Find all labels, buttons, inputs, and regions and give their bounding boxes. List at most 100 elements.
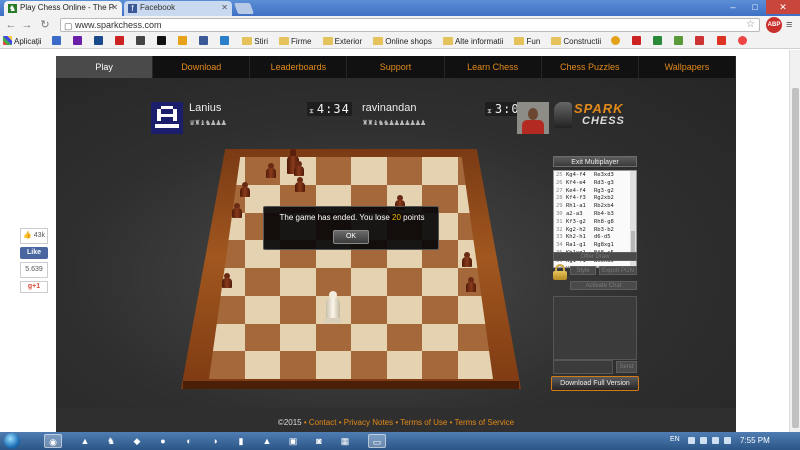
- bookmark-folder-alte-informatii[interactable]: Alte informatii: [439, 34, 503, 48]
- board-square[interactable]: [244, 268, 280, 296]
- app-taskbar-icon[interactable]: ▲: [76, 434, 94, 448]
- footer-link-terms-of-service[interactable]: Terms of Service: [455, 418, 515, 427]
- black-pawn[interactable]: [265, 163, 277, 179]
- bookmark-folder-online-shops[interactable]: Online shops: [369, 34, 432, 48]
- download-full-version-button[interactable]: Download Full Version: [551, 376, 639, 391]
- exit-multiplayer-button[interactable]: Exit Multiplayer: [553, 156, 637, 167]
- app-taskbar-icon[interactable]: ▭: [368, 434, 386, 448]
- maximize-icon[interactable]: □: [744, 0, 766, 14]
- app-taskbar-icon[interactable]: ▣: [284, 434, 302, 448]
- new-tab-button[interactable]: [233, 3, 255, 14]
- forward-icon[interactable]: →: [20, 18, 34, 32]
- tab-sparkchess[interactable]: ♞ Play Chess Online - The P ✕: [4, 1, 122, 16]
- board-square[interactable]: [422, 268, 458, 296]
- close-tab-icon[interactable]: ✕: [111, 3, 118, 12]
- adblock-icon[interactable]: ABP: [766, 17, 782, 33]
- chess-board[interactable]: [209, 157, 493, 379]
- board-square[interactable]: [315, 351, 351, 379]
- board-square[interactable]: [351, 295, 387, 324]
- board-square[interactable]: [351, 351, 387, 379]
- footer-link-privacy[interactable]: Privacy Notes: [344, 418, 393, 427]
- board-square[interactable]: [351, 323, 387, 352]
- nav-play[interactable]: Play: [56, 56, 154, 78]
- black-pawn[interactable]: [231, 203, 243, 219]
- board-square[interactable]: [386, 295, 422, 324]
- scrollbar-thumb[interactable]: [792, 88, 799, 428]
- google-plus-button[interactable]: g+1: [20, 281, 48, 293]
- bookmark-icon-item[interactable]: [692, 34, 706, 48]
- style-button[interactable]: Style: [570, 266, 596, 275]
- language-indicator[interactable]: EN: [670, 436, 680, 443]
- page-scrollbar[interactable]: [789, 50, 800, 432]
- board-square[interactable]: [280, 268, 316, 296]
- board-square[interactable]: [280, 295, 316, 324]
- bookmark-icon-item[interactable]: [49, 34, 63, 48]
- app-taskbar-icon[interactable]: ◑: [206, 434, 224, 448]
- menu-icon[interactable]: ≡: [786, 19, 792, 31]
- board-square[interactable]: [315, 157, 351, 185]
- board-square[interactable]: [244, 295, 280, 324]
- app-taskbar-icon[interactable]: ▮: [232, 434, 250, 448]
- board-square[interactable]: [422, 351, 458, 379]
- board-square[interactable]: [422, 157, 458, 185]
- bookmark-icon-item[interactable]: [70, 34, 84, 48]
- footer-link-contact[interactable]: Contact: [309, 418, 337, 427]
- bookmark-folder-firme[interactable]: Firme: [275, 34, 312, 48]
- minimize-icon[interactable]: –: [722, 0, 744, 14]
- bookmark-icon-item[interactable]: [112, 34, 126, 48]
- bookmark-folder-constructii[interactable]: Constructii: [547, 34, 601, 48]
- board-square[interactable]: [244, 323, 280, 352]
- black-pawn[interactable]: [239, 182, 251, 198]
- bookmark-apps[interactable]: Aplicații: [0, 34, 42, 48]
- tab-facebook[interactable]: f Facebook ✕: [124, 1, 232, 16]
- bookmark-folder-exterior[interactable]: Exterior: [319, 34, 362, 48]
- bookmark-star-icon[interactable]: ☆: [746, 19, 755, 31]
- tray-icon[interactable]: [688, 437, 695, 444]
- nav-support[interactable]: Support: [347, 56, 445, 78]
- board-square[interactable]: [386, 268, 422, 296]
- nav-download[interactable]: Download: [153, 56, 251, 78]
- network-icon[interactable]: [712, 437, 719, 444]
- bookmark-folder-stiri[interactable]: Stiri: [238, 34, 268, 48]
- black-pawn[interactable]: [221, 273, 233, 289]
- nav-leaderboards[interactable]: Leaderboards: [250, 56, 348, 78]
- board-square[interactable]: [422, 295, 458, 324]
- bookmark-icon-item[interactable]: [735, 34, 749, 48]
- nav-wallpapers[interactable]: Wallpapers: [639, 56, 736, 78]
- app-taskbar-icon[interactable]: ▲: [258, 434, 276, 448]
- black-pawn[interactable]: [294, 177, 306, 193]
- board-square[interactable]: [386, 351, 422, 379]
- board-square[interactable]: [280, 323, 316, 352]
- board-square[interactable]: [244, 351, 280, 379]
- app-taskbar-icon[interactable]: ◙: [310, 434, 328, 448]
- close-tab-icon[interactable]: ✕: [221, 3, 228, 12]
- board-square[interactable]: [386, 157, 422, 185]
- export-pgn-button[interactable]: Export PGN: [599, 266, 637, 275]
- nav-learn-chess[interactable]: Learn Chess: [445, 56, 542, 78]
- black-pawn[interactable]: [465, 277, 477, 293]
- bookmark-icon-item[interactable]: [650, 34, 664, 48]
- tray-icon[interactable]: [700, 437, 707, 444]
- bookmark-icon-item[interactable]: [629, 34, 643, 48]
- app-taskbar-icon[interactable]: ●: [154, 434, 172, 448]
- chat-input[interactable]: [553, 360, 613, 374]
- app-taskbar-icon[interactable]: ♞: [102, 434, 120, 448]
- bookmark-icon-item[interactable]: [608, 34, 622, 48]
- bookmark-icon-item[interactable]: [154, 34, 168, 48]
- board-square[interactable]: [280, 351, 316, 379]
- footer-link-terms-of-use[interactable]: Terms of Use: [400, 418, 447, 427]
- nav-chess-puzzles[interactable]: Chess Puzzles: [542, 56, 639, 78]
- volume-icon[interactable]: [724, 437, 731, 444]
- app-taskbar-icon[interactable]: ◆: [128, 434, 146, 448]
- board-square[interactable]: [386, 323, 422, 352]
- black-pawn[interactable]: [293, 161, 305, 177]
- offer-draw-button[interactable]: Offer Draw: [553, 252, 637, 261]
- clock[interactable]: 7:55 PM: [740, 436, 770, 445]
- bookmark-icon-item[interactable]: [91, 34, 105, 48]
- close-window-icon[interactable]: ✕: [766, 0, 800, 14]
- board-square[interactable]: [422, 323, 458, 352]
- facebook-like-button[interactable]: Like: [20, 247, 48, 259]
- ok-button[interactable]: OK: [333, 230, 369, 244]
- board-square[interactable]: [351, 157, 387, 185]
- send-button[interactable]: Send: [616, 361, 637, 373]
